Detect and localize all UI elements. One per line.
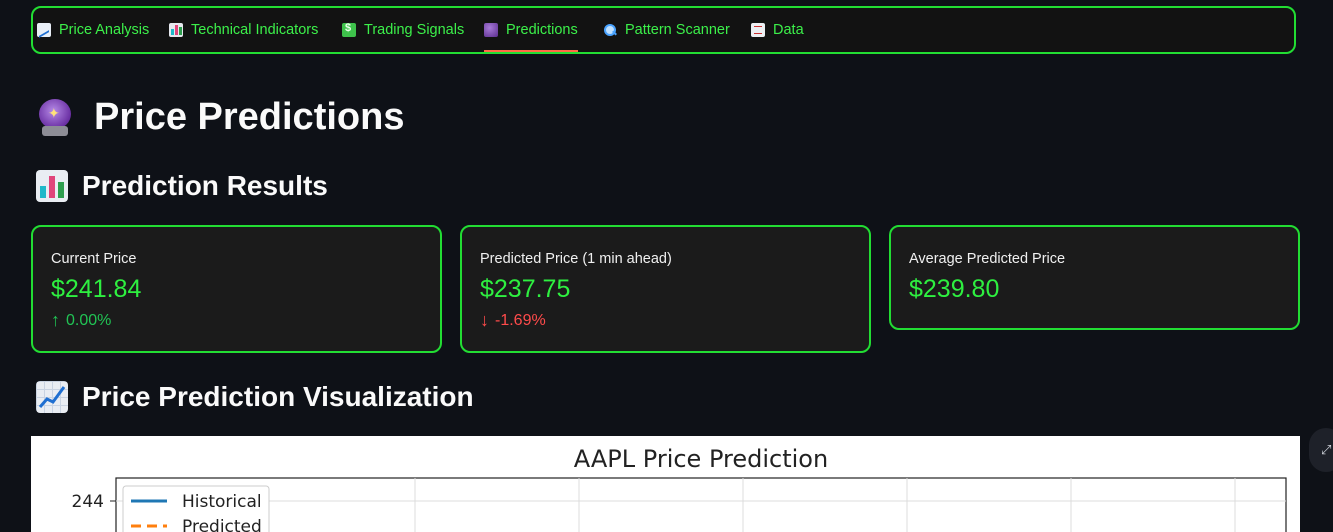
y-tick-label: 244 [72,492,104,512]
tab-label: Price Analysis [59,22,150,38]
fullscreen-button[interactable]: ⤢ [1309,428,1333,472]
tab-label: Technical Indicators [191,22,319,38]
streamlit-page: Price Analysis Technical Indicators Trad… [0,0,1333,532]
chart-title: AAPL Price Prediction [574,445,828,473]
tab-trading-signals[interactable]: Trading Signals [342,8,464,52]
tab-label: Trading Signals [364,22,465,38]
price-prediction-chart[interactable]: AAPL Price Prediction 244 Historical Pre… [31,436,1300,532]
results-heading: Prediction Results [36,170,328,202]
page-title: ✦ Price Predictions [36,96,404,139]
gridlines [116,478,1286,532]
page-title-text: Price Predictions [94,96,405,138]
plot-area [115,477,1287,532]
document-icon [751,23,765,37]
metric-delta-text: 0.00% [66,311,112,329]
tab-price-analysis[interactable]: Price Analysis [37,8,149,52]
tab-data[interactable]: Data [751,8,804,52]
metric-value: $237.75 [480,275,571,303]
tab-label: Pattern Scanner [625,22,730,38]
chart-svg: AAPL Price Prediction 244 Historical Pre… [72,445,1287,532]
money-chart-icon [342,22,356,37]
metric-label: Average Predicted Price [909,251,1066,267]
metric-card-average-predicted: Average Predicted Price $239.80 [889,225,1300,330]
metric-value: $241.84 [51,275,142,303]
chart-legend: Historical Predicted [122,485,270,532]
bar-chart-icon [36,170,68,202]
tab-pattern-scanner[interactable]: Pattern Scanner [603,8,730,52]
arrow-up-icon: ↑ [51,310,60,330]
crystal-ball-icon: ✦ [36,98,74,137]
arrow-down-icon: ↓ [480,310,489,330]
bar-chart-icon [169,23,183,37]
viz-heading: Price Prediction Visualization [36,381,474,413]
metric-delta: ↓ -1.69% [480,310,851,331]
tab-bar: Price Analysis Technical Indicators Trad… [31,6,1296,54]
viz-heading-text: Price Prediction Visualization [82,381,474,412]
tab-predictions[interactable]: Predictions [484,8,578,52]
tab-label: Predictions [506,22,578,38]
chart-increasing-icon [37,23,51,37]
metric-label: Predicted Price (1 min ahead) [480,251,672,267]
metric-delta: ↑ 0.00% [51,310,422,331]
legend-historical-label: Historical [182,492,262,512]
metric-card-current-price: Current Price $241.84 ↑ 0.00% [31,225,442,353]
magnifier-icon [603,23,617,37]
metric-card-predicted-price: Predicted Price (1 min ahead) $237.75 ↓ … [460,225,871,353]
metric-value: $239.80 [909,275,1000,303]
results-heading-text: Prediction Results [82,170,328,201]
legend-predicted-label: Predicted [182,517,262,532]
expand-icon: ⤢ [1321,442,1332,457]
chart-increasing-icon [36,381,68,413]
metric-label: Current Price [51,251,137,267]
metric-delta-text: -1.69% [495,311,546,329]
crystal-ball-icon [484,23,498,37]
tab-technical-indicators[interactable]: Technical Indicators [169,8,318,52]
tab-label: Data [773,22,804,38]
